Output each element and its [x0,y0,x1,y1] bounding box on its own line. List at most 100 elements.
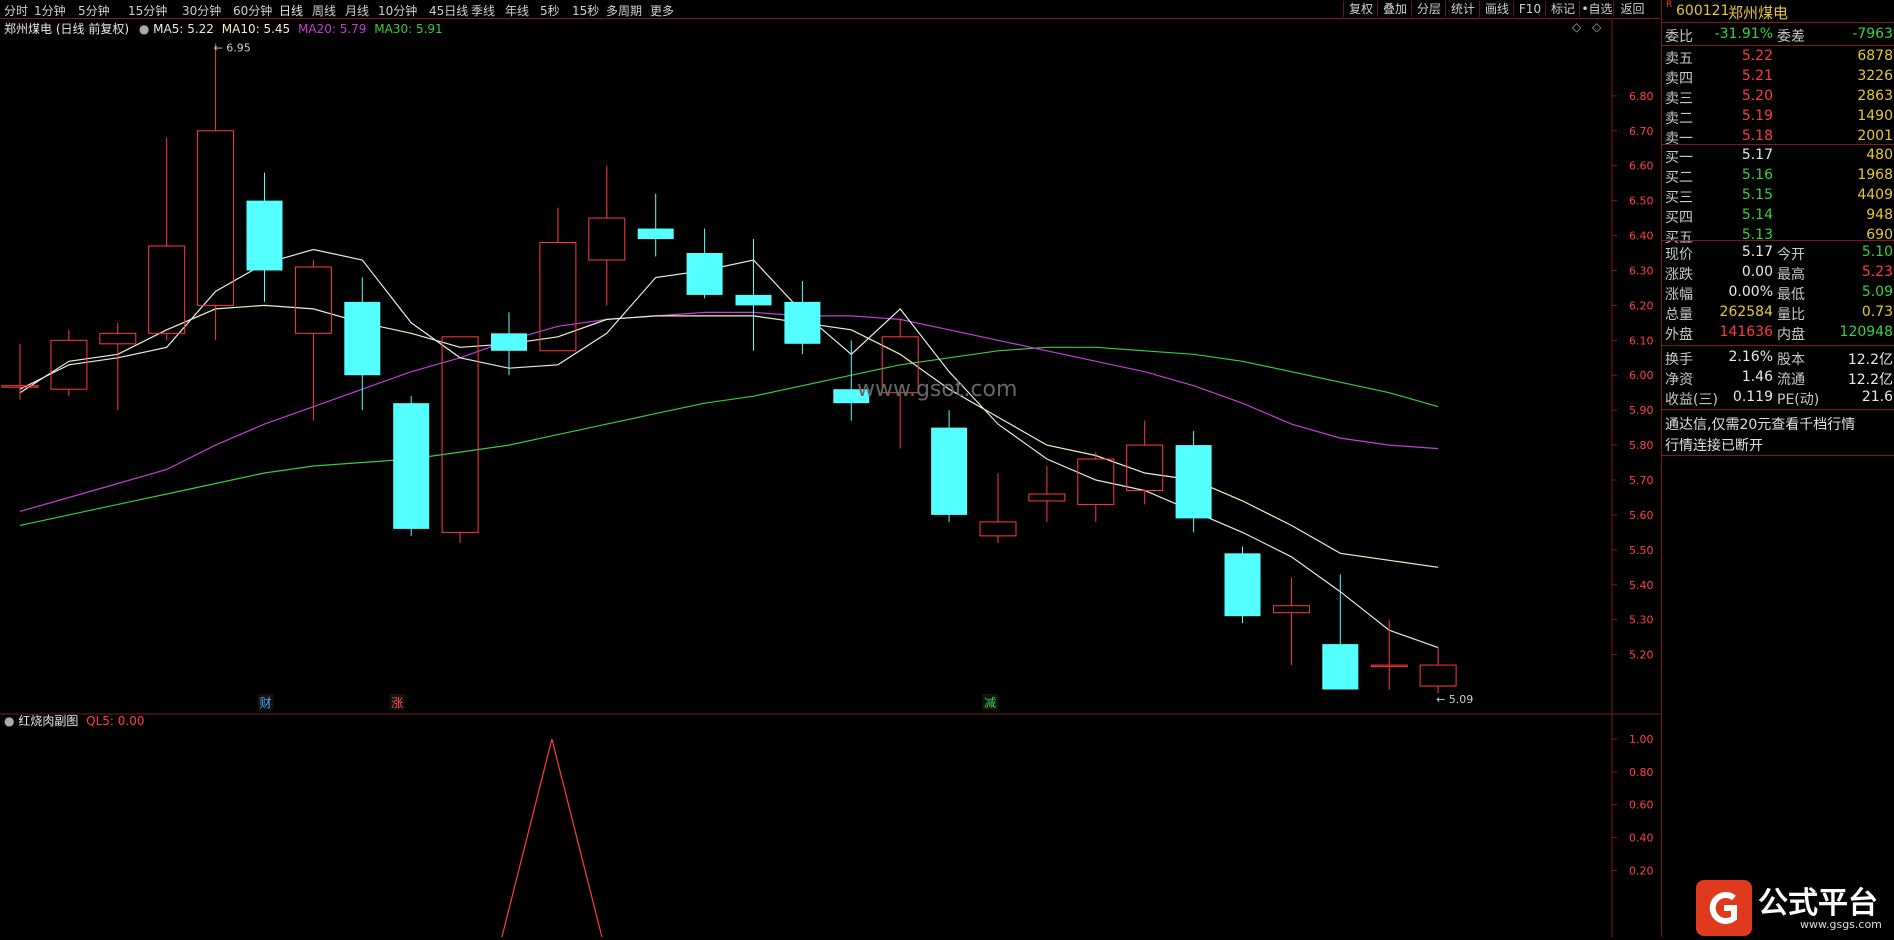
candle[interactable] [1370,619,1408,690]
stat-value-2: 5.23 [1861,264,1893,280]
bid-price: 5.16 [1741,167,1773,183]
period-tab-1[interactable]: 1分钟 [34,2,66,19]
candle[interactable] [148,137,186,341]
bid-row[interactable]: 买三 5.15 4409 [1662,185,1894,206]
candle[interactable] [1,343,39,400]
stat2-value-2: 12.2亿 [1847,352,1893,368]
candle[interactable] [735,239,772,351]
expand-icon[interactable]: ◇ [1592,20,1601,34]
period-tab-11[interactable]: 季线 [471,2,495,19]
candle[interactable] [197,43,235,341]
period-tab-8[interactable]: 月线 [345,2,369,19]
period-tab-15[interactable]: 多周期 [606,2,642,19]
sub-settings-icon[interactable]: ● [4,714,14,728]
kline-svg[interactable]: ← 6.95 ← 5.09 财 涨 减 6.80 6.70 6.60 6.50 6.40 6.30… [0,19,1660,938]
candle[interactable] [441,336,479,543]
gsgs-logo: 公式平台 www.gsgs.com [1690,874,1894,937]
price-tick-label: 6.50 [1629,195,1654,208]
bid-row[interactable]: 买四 5.14 948 [1662,205,1894,226]
ask-row[interactable]: 卖四 5.21 3226 [1662,66,1894,87]
candle-body [686,253,723,295]
candle-body [294,266,332,334]
period-tab-0[interactable]: 分时 [4,2,28,19]
period-tab-9[interactable]: 10分钟 [378,2,417,19]
legend-mode: (日线 前复权) [55,22,130,36]
ask-row[interactable]: 卖五 5.22 6878 [1662,46,1894,67]
sub-indicator-panel: 1.00 0.80 0.60 0.40 0.20 [501,733,1654,938]
legend-ma10: MA10: 5.45 [221,22,291,36]
notice-text[interactable]: 通达信,仅需20元查看千档行情 [1665,414,1855,434]
period-tab-16[interactable]: 更多 [650,2,674,19]
candle[interactable] [1224,546,1261,624]
diamond-icon[interactable]: ◇ [1572,20,1581,34]
toolbar-button-5[interactable]: F10 [1513,1,1546,17]
candle[interactable] [1175,431,1212,533]
candle[interactable] [931,410,968,522]
candle[interactable] [1077,452,1115,522]
candle[interactable] [686,228,723,299]
toolbar-button-6[interactable]: 标记 [1545,1,1580,17]
ask-volume: 2001 [1857,128,1893,144]
toolbar-button-1[interactable]: 叠加 [1377,1,1412,17]
price-tick-label: 6.70 [1629,125,1654,138]
stat2-row: 净资 1.46 流通 12.2亿 [1662,367,1894,388]
watermark: www.gsot.com [857,377,1017,402]
period-tab-10[interactable]: 45日线 [429,2,468,19]
stat-value: 262584 [1719,304,1773,320]
candle[interactable] [246,172,283,302]
toolbar-button-7[interactable]: •自选 [1579,1,1614,17]
period-tab-13[interactable]: 5秒 [540,2,560,19]
ask-row[interactable]: 卖二 5.19 1490 [1662,106,1894,127]
period-tab-12[interactable]: 年线 [505,2,529,19]
period-tab-6[interactable]: 日线 [279,2,303,19]
ma30-line [19,346,1439,526]
ask-row[interactable]: 卖三 5.20 2863 [1662,86,1894,107]
settings-icon[interactable]: ● [139,22,149,36]
toolbar-button-4[interactable]: 画线 [1479,1,1514,17]
toolbar-button-0[interactable]: 复权 [1343,1,1378,17]
candle[interactable] [1322,574,1359,690]
bid-row[interactable]: 买二 5.16 1968 [1662,165,1894,186]
bid-row[interactable]: 买一 5.17 480 [1662,145,1894,166]
period-tab-4[interactable]: 30分钟 [182,2,221,19]
logo-text: 公式平台 [1758,886,1878,921]
period-tab-7[interactable]: 周线 [312,2,336,19]
toolbar-button-2[interactable]: 分层 [1411,1,1446,17]
kline-chart-area[interactable]: ← 6.95 ← 5.09 财 涨 减 6.80 6.70 6.60 6.50 6.40 6.30… [0,19,1660,938]
stat-label-2: 量比 [1777,307,1805,323]
weicha-label: 委差 [1777,29,1805,45]
notice-row[interactable]: 通达信,仅需20元查看千档行情 [1662,412,1894,433]
candle[interactable] [344,277,381,411]
candle[interactable] [294,259,332,421]
stat-label: 涨跌 [1665,267,1693,283]
ask-label: 卖五 [1665,51,1693,67]
candle[interactable] [1272,577,1310,666]
candle-body [1224,553,1261,617]
stat-value: 141636 [1719,324,1773,340]
high-price-label: ← 6.95 [214,41,251,54]
candle[interactable] [588,165,626,306]
candle[interactable] [1028,466,1066,522]
candle[interactable] [393,396,430,536]
price-tick-label: 5.40 [1629,579,1654,592]
sub-tick-label: 0.80 [1629,766,1654,779]
candle[interactable] [99,322,137,411]
candle[interactable] [1419,647,1457,694]
period-tab-14[interactable]: 15秒 [572,2,599,19]
toolbar-button-8[interactable]: 返回 [1613,1,1651,17]
period-tab-5[interactable]: 60分钟 [233,2,272,19]
price-tick-label: 6.20 [1629,299,1654,312]
event-mark: 减 [984,696,996,710]
sub-signal-line [501,738,603,938]
candle[interactable] [1126,420,1164,505]
candle[interactable] [637,193,674,257]
stat2-row: 收益(三) 0.119 PE(动) 21.6 [1662,387,1894,408]
candle[interactable] [979,473,1017,543]
candle[interactable] [784,280,821,355]
candlesticks[interactable]: ← 6.95 ← 5.09 财 涨 减 [1,41,1473,710]
toolbar-button-3[interactable]: 统计 [1445,1,1480,17]
price-tick-label: 5.30 [1629,614,1654,627]
stat2-value-2: 21.6 [1861,389,1893,405]
period-tab-2[interactable]: 5分钟 [78,2,110,19]
period-tab-3[interactable]: 15分钟 [128,2,167,19]
